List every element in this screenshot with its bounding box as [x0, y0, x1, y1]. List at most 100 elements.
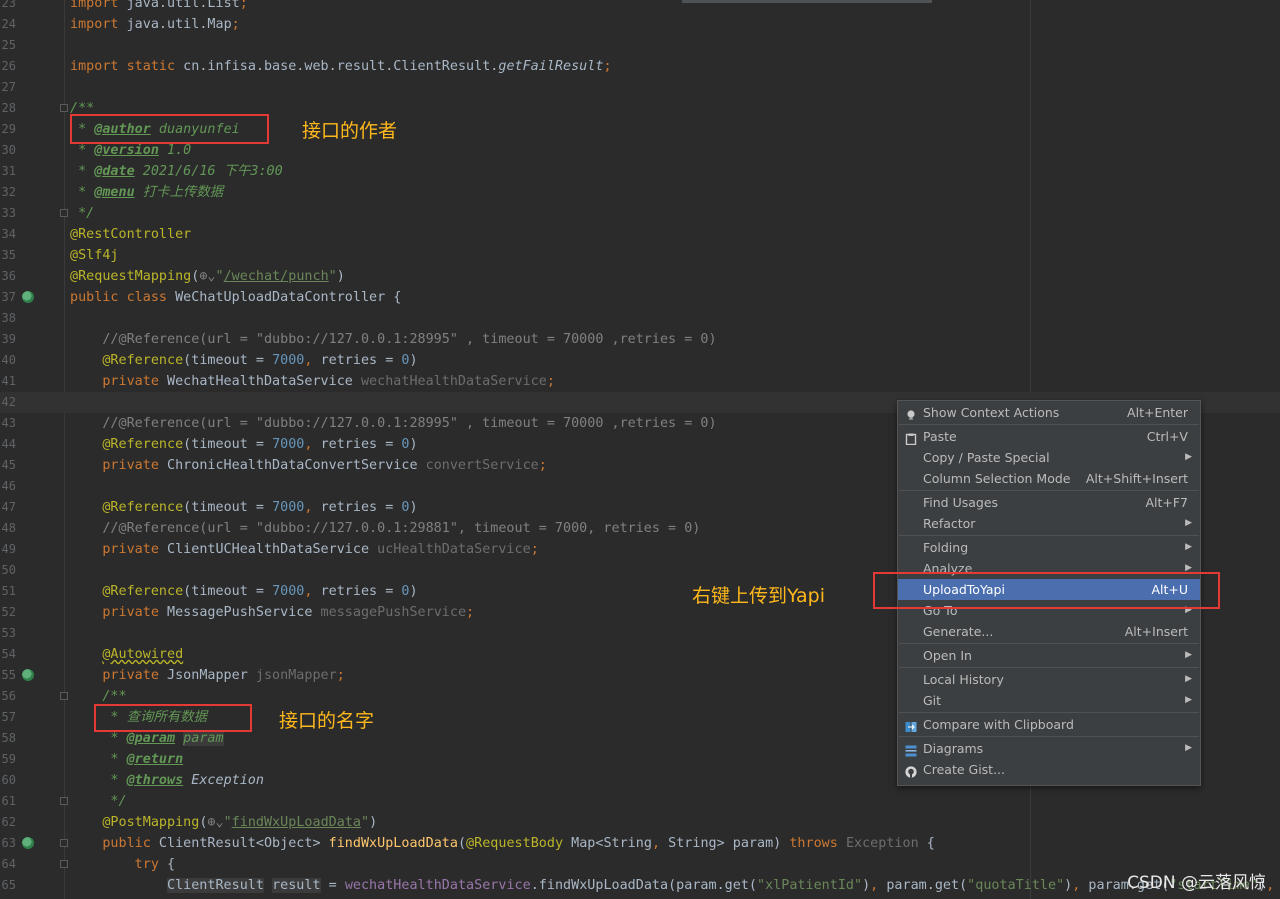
fold-marker-icon[interactable] [60, 839, 68, 847]
fold-marker-icon[interactable] [60, 692, 68, 700]
code-line[interactable]: 39 //@Reference(url = "dubbo://127.0.0.1… [0, 329, 1280, 350]
code-line[interactable]: 37 public class WeChatUploadDataControlle… [0, 287, 1280, 308]
code-text[interactable]: @Reference(timeout = 7000, retries = 0) [70, 434, 418, 455]
code-text[interactable]: //@Reference(url = "dubbo://127.0.0.1:28… [70, 413, 717, 434]
line-number: 31 [1, 164, 16, 178]
menu-item-label: Compare with Clipboard [923, 717, 1074, 732]
code-text[interactable]: */ [70, 791, 127, 812]
code-line[interactable]: 35 @Slf4j [0, 245, 1280, 266]
code-line[interactable]: 38 [0, 308, 1280, 329]
code-line[interactable]: 25 [0, 35, 1280, 56]
code-text[interactable]: try { [70, 854, 175, 875]
code-text[interactable]: //@Reference(url = "dubbo://127.0.0.1:29… [70, 518, 700, 539]
menu-item-folding[interactable]: Folding ▶ [898, 537, 1200, 558]
line-number: 48 [1, 521, 16, 535]
fold-marker-icon[interactable] [60, 209, 68, 217]
menu-item-shortcut: Alt+F7 [1145, 495, 1188, 510]
code-text[interactable]: @Autowired [70, 644, 183, 665]
code-text[interactable]: @Reference(timeout = 7000, retries = 0) [70, 497, 418, 518]
lightbulb-icon [905, 406, 917, 420]
line-number: 60 [1, 773, 16, 787]
line-number: 45 [1, 458, 16, 472]
menu-item-open-in[interactable]: Open In ▶ [898, 645, 1200, 666]
code-line[interactable]: 40 @Reference(timeout = 7000, retries = … [0, 350, 1280, 371]
line-number: 58 [1, 731, 16, 745]
code-line[interactable]: 26 import static cn.infisa.base.web.resul… [0, 56, 1280, 77]
code-text[interactable]: private WechatHealthDataService wechatHe… [70, 371, 555, 392]
code-line[interactable]: 34 @RestController [0, 224, 1280, 245]
code-line[interactable]: 36 @RequestMapping(⊕⌄"/wechat/punch") [0, 266, 1280, 287]
line-number: 26 [1, 59, 16, 73]
code-line[interactable]: 31 * @date 2021/6/16 下午3:00 [0, 161, 1280, 182]
code-text[interactable]: */ [70, 203, 94, 224]
code-line[interactable]: 23 import java.util.List; [0, 0, 1280, 14]
menu-item-compare-with-clipboard[interactable]: Compare with Clipboard [898, 714, 1200, 735]
code-text[interactable]: private JsonMapper jsonMapper; [70, 665, 345, 686]
code-text[interactable]: @RequestMapping(⊕⌄"/wechat/punch") [70, 266, 345, 287]
submenu-arrow-icon: ▶ [1185, 674, 1192, 684]
menu-item-generate[interactable]: Generate... Alt+Insert [898, 621, 1200, 642]
code-text[interactable]: //@Reference(url = "dubbo://127.0.0.1:28… [70, 329, 717, 350]
menu-item-create-gist[interactable]: Create Gist... [898, 759, 1200, 780]
bean-gutter-icon[interactable] [22, 291, 34, 303]
menu-separator [899, 535, 1199, 536]
code-text[interactable]: public class WeChatUploadDataController … [70, 287, 401, 308]
name-highlight-box [94, 704, 252, 732]
code-text[interactable]: @Reference(timeout = 7000, retries = 0) [70, 350, 418, 371]
menu-item-diagrams[interactable]: Diagrams ▶ [898, 738, 1200, 759]
code-text[interactable]: import static cn.infisa.base.web.result.… [70, 56, 612, 77]
line-number: 53 [1, 626, 16, 640]
bean-gutter-icon[interactable] [22, 669, 34, 681]
bean-gutter-icon[interactable] [22, 837, 34, 849]
code-text[interactable]: @PostMapping(⊕⌄"findWxUpLoadData") [70, 812, 377, 833]
line-number: 38 [1, 311, 16, 325]
menu-item-git[interactable]: Git ▶ [898, 690, 1200, 711]
menu-item-paste[interactable]: Paste Ctrl+V [898, 426, 1200, 447]
code-text[interactable]: ClientResult result = wechatHealthDataSe… [70, 875, 1280, 896]
menu-item-label: Local History [923, 672, 1004, 687]
code-text[interactable]: * @menu 打卡上传数据 [70, 182, 223, 203]
fold-marker-icon[interactable] [60, 104, 68, 112]
menu-item-find-usages[interactable]: Find Usages Alt+F7 [898, 492, 1200, 513]
code-text[interactable]: private ChronicHealthDataConvertService … [70, 455, 547, 476]
code-text[interactable]: import java.util.Map; [70, 14, 240, 35]
menu-item-local-history[interactable]: Local History ▶ [898, 669, 1200, 690]
menu-item-column-selection-mode[interactable]: Column Selection Mode Alt+Shift+Insert [898, 468, 1200, 489]
code-line[interactable]: 63 public ClientResult<Object> findWxUpL… [0, 833, 1280, 854]
menu-item-refactor[interactable]: Refactor ▶ [898, 513, 1200, 534]
code-text[interactable]: * @date 2021/6/16 下午3:00 [70, 161, 283, 182]
code-text[interactable]: @Slf4j [70, 245, 119, 266]
upload-highlight-box [873, 572, 1220, 609]
line-number: 36 [1, 269, 16, 283]
menu-separator [899, 667, 1199, 668]
menu-item-label: Paste [923, 429, 957, 444]
code-text[interactable]: @RestController [70, 224, 191, 245]
menu-item-shortcut: Alt+Shift+Insert [1085, 471, 1188, 486]
line-number: 30 [1, 143, 16, 157]
code-line[interactable]: 24 import java.util.Map; [0, 14, 1280, 35]
line-number: 63 [1, 836, 16, 850]
menu-item-shortcut: Alt+Insert [1124, 624, 1188, 639]
code-line[interactable]: 62 @PostMapping(⊕⌄"findWxUpLoadData") [0, 812, 1280, 833]
code-text[interactable]: * @throws Exception [70, 770, 264, 791]
code-line[interactable]: 65 ClientResult result = wechatHealthDat… [0, 875, 1280, 896]
code-line[interactable]: 32 * @menu 打卡上传数据 [0, 182, 1280, 203]
code-text[interactable]: @Reference(timeout = 7000, retries = 0) [70, 581, 418, 602]
line-number: 59 [1, 752, 16, 766]
menu-item-show-context-actions[interactable]: Show Context Actions Alt+Enter [898, 402, 1200, 423]
code-text[interactable]: import java.util.List; [70, 0, 248, 14]
code-text[interactable]: private MessagePushService messagePushSe… [70, 602, 474, 623]
code-line[interactable]: 27 [0, 77, 1280, 98]
code-line[interactable]: 33 */ [0, 203, 1280, 224]
fold-marker-icon[interactable] [60, 797, 68, 805]
menu-separator [899, 424, 1199, 425]
code-text[interactable]: public ClientResult<Object> findWxUpLoad… [70, 833, 935, 854]
code-text[interactable]: private ClientUCHealthDataService ucHeal… [70, 539, 539, 560]
menu-item-copy-paste-special[interactable]: Copy / Paste Special ▶ [898, 447, 1200, 468]
code-line[interactable]: 64 try { [0, 854, 1280, 875]
code-text[interactable]: * @return [70, 749, 183, 770]
fold-marker-icon[interactable] [60, 860, 68, 868]
code-line[interactable]: 61 */ [0, 791, 1280, 812]
menu-separator [899, 490, 1199, 491]
code-line[interactable]: 41 private WechatHealthDataService wecha… [0, 371, 1280, 392]
